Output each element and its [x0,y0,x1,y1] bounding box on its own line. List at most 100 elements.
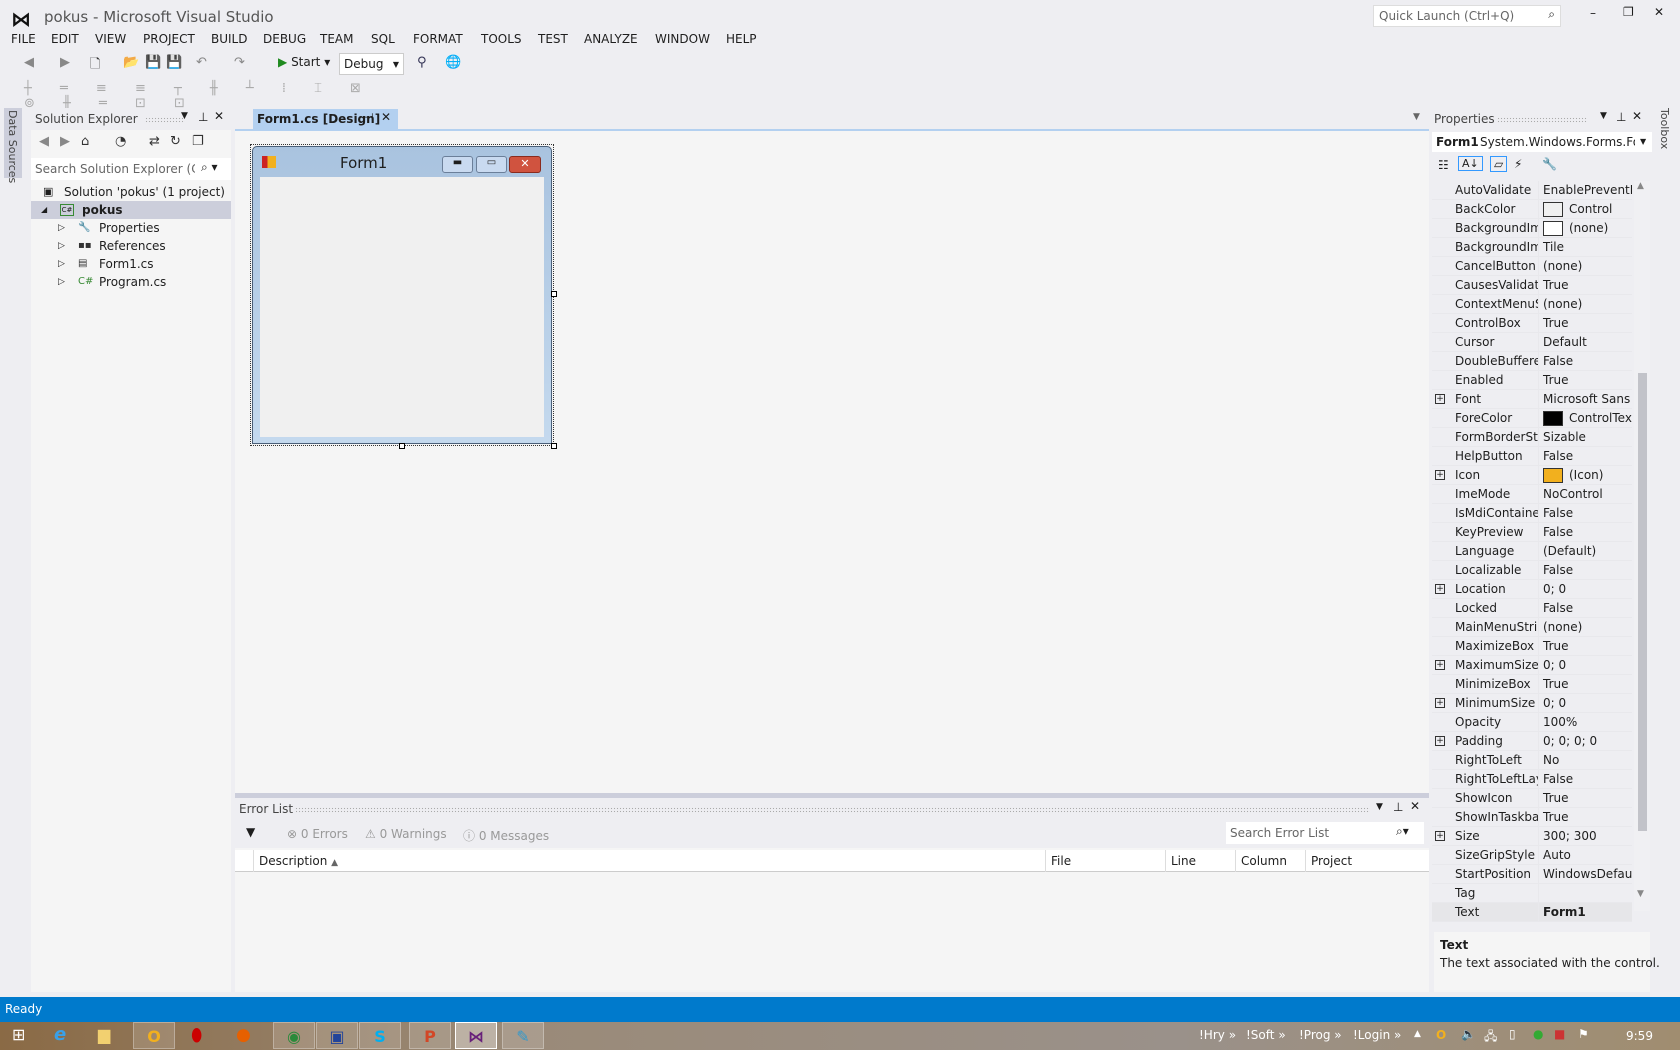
menu-window[interactable]: WINDOW [655,32,710,46]
pin-icon[interactable]: ⊥ [1393,800,1403,814]
open-icon[interactable]: 📂 [123,55,139,70]
property-row-enabled[interactable]: Enabled True [1432,371,1632,390]
column-header-column[interactable]: Column [1235,850,1305,872]
forward-icon[interactable]: ▶ [60,134,70,149]
property-value[interactable]: Tile [1540,238,1632,257]
back-icon[interactable]: ◀ [39,134,49,149]
clock[interactable]: 9:59 [1626,1029,1653,1043]
undo-icon[interactable]: ↶ [196,55,207,70]
expand-icon[interactable]: + [1435,698,1445,708]
minimize-button[interactable]: – [1590,6,1596,20]
action-center-flag-icon[interactable]: ⚑ [1578,1027,1589,1041]
menu-help[interactable]: HELP [726,32,757,46]
column-header-line[interactable]: Line [1165,850,1235,872]
property-row-backgroundimage[interactable]: BackgroundImage (none) [1432,219,1632,238]
data-sources-tab[interactable]: Data Sources [4,108,22,183]
property-row-opacity[interactable]: Opacity 100% [1432,713,1632,732]
internet-explorer-icon[interactable]: e [54,1024,66,1045]
events-icon[interactable]: ⚡ [1514,157,1522,171]
dropdown-icon[interactable]: ▼ [1600,111,1607,121]
categorized-icon[interactable]: ☷ [1438,158,1449,172]
property-value[interactable]: NoControl [1540,485,1632,504]
collapse-all-icon[interactable]: ❐ [192,134,204,149]
dropdown-icon[interactable]: ▼ [1376,802,1383,812]
show-hidden-icons[interactable]: ▲ [1414,1029,1421,1039]
property-row-causesvalidation[interactable]: CausesValidation True [1432,276,1632,295]
property-value[interactable]: True [1540,637,1632,656]
property-value[interactable]: 0; 0 [1540,694,1632,713]
tree-item-properties[interactable]: ▷ 🔧 Properties [31,219,231,237]
property-row-showintaskbar[interactable]: ShowInTaskbar True [1432,808,1632,827]
forward-icon[interactable]: ▶ [60,55,70,70]
property-row-autovalidate[interactable]: AutoValidate EnablePreventFocusChange [1432,181,1632,200]
property-row-maximumsize[interactable]: + MaximumSize 0; 0 [1432,656,1632,675]
property-row-controlbox[interactable]: ControlBox True [1432,314,1632,333]
property-value[interactable]: True [1540,675,1632,694]
toolbar-hry[interactable]: !Hry » [1199,1028,1236,1042]
visual-studio-icon[interactable]: ⋈ [455,1022,497,1049]
toolbox-tab[interactable]: Toolbox [1656,108,1674,158]
property-value[interactable]: False [1540,561,1632,580]
back-icon[interactable]: ◀ [24,55,34,70]
property-row-imemode[interactable]: ImeMode NoControl [1432,485,1632,504]
property-value[interactable]: False [1540,770,1632,789]
close-icon[interactable]: ✕ [1632,109,1642,123]
property-row-location[interactable]: + Location 0; 0 [1432,580,1632,599]
property-value[interactable]: ControlText [1540,409,1632,428]
menu-file[interactable]: FILE [11,32,36,46]
property-row-keypreview[interactable]: KeyPreview False [1432,523,1632,542]
save-app-icon[interactable]: ▣ [316,1022,358,1049]
save-icon[interactable]: 💾 [145,55,161,70]
menu-build[interactable]: BUILD [211,32,247,46]
firefox-icon[interactable]: ● [236,1025,251,1045]
solution-search-input[interactable]: Search Solution Explorer (Ctrl+ ⌕ ▾ [31,158,231,180]
column-header-file[interactable]: File [1045,850,1165,872]
scrollbar-thumb[interactable] [1638,373,1647,831]
property-row-backcolor[interactable]: BackColor Control [1432,200,1632,219]
property-row-maximizebox[interactable]: MaximizeBox True [1432,637,1632,656]
toolbar-prog[interactable]: !Prog » [1299,1028,1342,1042]
property-row-icon[interactable]: + Icon (Icon) [1432,466,1632,485]
paint-icon[interactable]: ✎ [502,1022,544,1049]
save-all-icon[interactable]: 💾 [166,55,182,70]
menu-debug[interactable]: DEBUG [263,32,306,46]
property-value[interactable]: Sizable [1540,428,1632,447]
property-value[interactable]: 0; 0 [1540,656,1632,675]
property-value[interactable]: False [1540,523,1632,542]
property-row-mainmenustrip[interactable]: MainMenuStrip (none) [1432,618,1632,637]
property-value[interactable]: False [1540,352,1632,371]
property-row-padding[interactable]: + Padding 0; 0; 0; 0 [1432,732,1632,751]
error-search-input[interactable]: Search Error List ⌕▾ [1226,822,1424,844]
property-value[interactable]: (Icon) [1540,466,1632,485]
tree-item-form1-cs[interactable]: ▷ ▤ Form1.cs [31,255,231,273]
outlook-icon[interactable]: O [133,1022,175,1049]
property-row-minimumsize[interactable]: + MinimumSize 0; 0 [1432,694,1632,713]
property-value[interactable]: False [1540,504,1632,523]
menu-sql[interactable]: SQL [371,32,395,46]
property-row-font[interactable]: + Font Microsoft Sans Serif [1432,390,1632,409]
menu-format[interactable]: FORMAT [413,32,463,46]
resize-handle[interactable] [399,443,405,449]
property-value[interactable]: No [1540,751,1632,770]
home-icon[interactable]: ⌂ [81,134,89,149]
redo-icon[interactable]: ↷ [234,55,245,70]
menu-test[interactable]: TEST [538,32,568,46]
antivirus-icon[interactable]: ■ [1554,1027,1565,1041]
outlook-tray-icon[interactable]: O [1436,1028,1446,1042]
tree-item-solution[interactable]: ▣ Solution 'pokus' (1 project) [31,183,231,201]
property-value[interactable]: 0; 0; 0; 0 [1540,732,1632,751]
property-row-doublebuffered[interactable]: DoubleBuffered False [1432,352,1632,371]
expand-icon[interactable]: + [1435,736,1445,746]
toolbar-login[interactable]: !Login » [1353,1028,1401,1042]
property-row-tag[interactable]: Tag [1432,884,1632,903]
property-value[interactable]: True [1540,276,1632,295]
property-row-ismdicontainer[interactable]: IsMdiContainer False [1432,504,1632,523]
property-row-text[interactable]: Text Form1 [1432,903,1632,922]
menu-project[interactable]: PROJECT [143,32,195,46]
filter-icon[interactable]: ▼ [246,825,255,839]
skype-icon[interactable]: S [359,1022,401,1049]
pin-icon[interactable]: ⊥ [1616,110,1626,124]
property-row-forecolor[interactable]: ForeColor ControlText [1432,409,1632,428]
expand-icon[interactable]: + [1435,394,1445,404]
form-minimize-button[interactable]: ▬ [442,156,473,173]
